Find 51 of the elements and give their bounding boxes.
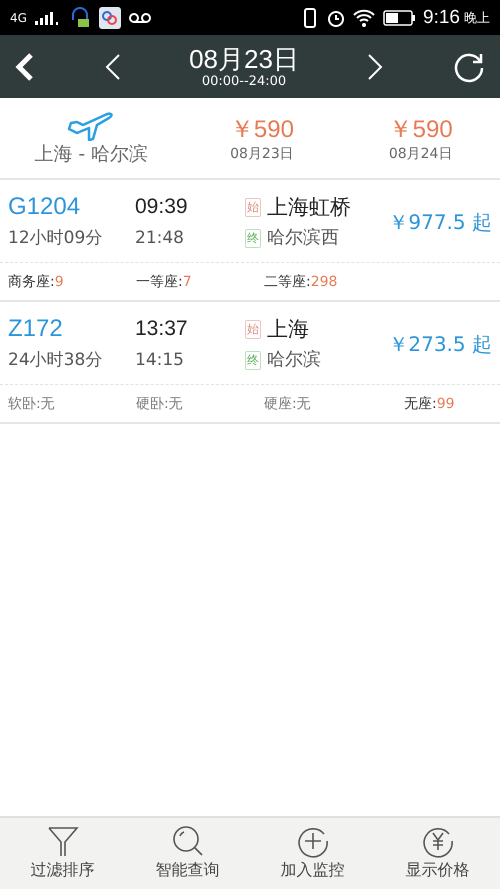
wifi-icon [353,8,376,26]
departure-time: 09:39 [135,194,189,220]
destination-station: 哈尔滨西 [267,226,339,250]
travel-duration: 24小时38分 [8,349,104,372]
destination-station: 哈尔滨 [267,348,321,372]
fare-price: ￥590 [388,115,453,145]
toolbar-button[interactable]: 加入监控 [250,818,375,889]
voicemail-icon [128,12,151,24]
time-range: 00:00--24:00 [202,74,286,89]
clock-time: 9:16 [423,6,460,28]
seat-availability: 商务座:9 [8,272,65,290]
search-icon [170,824,204,858]
seat-availability: 硬座:无 [264,394,312,412]
terminus-tag: 终 [245,350,261,370]
train-number: Z172 [8,315,64,343]
seat-availability: 二等座:298 [264,272,338,290]
terminus-tag: 终 [245,228,261,248]
clock-period: 晚上 [464,10,490,26]
fare-date: 08月23日 [230,145,294,163]
funnel-icon [46,824,80,858]
arrival-time: 14:15 [135,349,185,372]
train-card[interactable]: G1204 12小时09分 09:39 21:48 始 上海虹桥 终 哈尔滨西 ￥977.5 起 商务座:9 一等座:7 二等座:298 [0,180,500,302]
header-date: 08月23日 [189,44,299,74]
network-label: 4G [10,10,27,24]
back-button[interactable] [14,52,36,82]
origin-station: 上海虹桥 [267,194,351,221]
origin-tag: 始 [245,198,261,216]
toolbar-button[interactable]: 过滤排序 [0,818,125,889]
app-icon [98,6,121,28]
fare-date: 08月24日 [388,145,452,163]
seat-availability: 无座:99 [404,394,455,412]
previous-day-button[interactable] [104,52,121,80]
next-day-button[interactable] [367,52,384,80]
travel-duration: 12小时09分 [8,227,104,250]
toolbar-button[interactable]: 显示价格 [375,818,500,889]
arrival-time: 21:48 [135,227,185,250]
origin-tag: 始 [245,320,261,338]
train-number: G1204 [8,193,82,221]
seat-availability: 软卧:无 [8,394,56,412]
fare-price: ￥590 [230,115,294,145]
origin-station: 上海 [267,316,309,343]
ticket-price: ￥977.5 起 [388,208,492,236]
seat-availability: 一等座:7 [136,272,193,290]
toolbar-button[interactable]: 智能查询 [125,818,250,889]
ticket-price: ￥273.5 起 [388,330,492,358]
departure-time: 13:37 [135,316,189,342]
battery-icon [383,10,416,26]
seat-availability: 硬卧:无 [136,394,184,412]
train-card[interactable]: Z172 24小时38分 13:37 14:15 始 上海 终 哈尔滨 ￥273.5 起 软卧:无 硬卧:无 硬座:无 无座:99 [0,302,500,424]
route-label: 上海 - 哈尔滨 [34,142,148,167]
signal-icon [34,10,61,24]
